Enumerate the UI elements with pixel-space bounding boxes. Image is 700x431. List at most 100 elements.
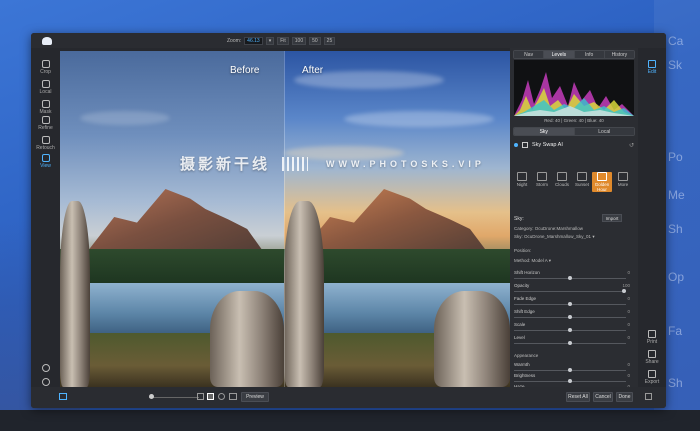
- done-button[interactable]: Done: [616, 392, 633, 402]
- tab-nav[interactable]: Nav: [514, 51, 545, 58]
- zoom-fit-button[interactable]: Fit: [277, 36, 289, 45]
- preset-label: Storm: [535, 182, 548, 187]
- tool-print[interactable]: Print: [638, 330, 666, 345]
- panel-tabs: Nav Levels Info History: [513, 50, 635, 59]
- method-row[interactable]: Method: Model A ▾: [514, 258, 551, 264]
- preset-label: Sunset: [574, 182, 589, 187]
- module-enabled-icon[interactable]: [514, 143, 518, 147]
- slider-knob[interactable]: [568, 368, 572, 372]
- tool-export[interactable]: Export: [638, 370, 666, 385]
- import-button[interactable]: Import: [602, 214, 622, 222]
- slider-level[interactable]: Level 0: [514, 335, 630, 347]
- refine-brush-icon: [41, 116, 50, 124]
- cancel-button[interactable]: Cancel: [593, 392, 613, 402]
- split-view-icon[interactable]: [207, 393, 214, 400]
- position-label: Position:: [514, 248, 532, 253]
- sky-section-label: Sky:: [514, 216, 524, 222]
- slider-shift-horizon[interactable]: Shift Horizon 0: [514, 270, 630, 282]
- storm-preset-icon: [537, 172, 547, 181]
- mask-view-icon[interactable]: [218, 393, 225, 400]
- reset-module-icon[interactable]: ↺: [629, 142, 634, 149]
- preview-button[interactable]: Preview: [241, 392, 269, 402]
- zoom-25-button[interactable]: 25: [323, 36, 336, 45]
- tab-local[interactable]: Local: [574, 128, 634, 135]
- app-window: Zoom: 46.13 ▾ Fit 100 50 25 Crop Local M…: [31, 33, 666, 408]
- preset-clouds[interactable]: Clouds: [552, 172, 572, 187]
- tree-stump-shape: [60, 201, 90, 387]
- tool-label: Mask: [39, 109, 52, 115]
- category-row[interactable]: Category: OcuDrone:Marshmallow: [514, 226, 583, 231]
- cloud-shape: [80, 111, 170, 125]
- slider-label: Warmth: [514, 362, 530, 367]
- slider-knob[interactable]: [568, 276, 572, 280]
- slider-scale[interactable]: Scale 0: [514, 322, 630, 334]
- slider-value: 100: [622, 283, 630, 288]
- preset-more[interactable]: More: [613, 172, 633, 187]
- zoom-tool-icon[interactable]: [31, 364, 60, 373]
- tool-crop[interactable]: Crop: [31, 60, 60, 75]
- slider-knob[interactable]: [568, 302, 572, 306]
- compare-divider[interactable]: [284, 51, 285, 387]
- watermark-url: WWW.PHOTOSKS.VIP: [326, 159, 485, 169]
- slider-knob[interactable]: [568, 315, 572, 319]
- tool-label: Refine: [38, 125, 53, 131]
- preset-storm[interactable]: Storm: [532, 172, 552, 187]
- slider-knob[interactable]: [622, 289, 626, 293]
- tab-history[interactable]: History: [604, 51, 634, 58]
- slider-knob[interactable]: [568, 341, 572, 345]
- ghost-text: Ca: [668, 34, 684, 48]
- retouch-icon: [41, 136, 50, 144]
- tree-stump-shape: [284, 201, 324, 387]
- ghost-text: Po: [668, 150, 683, 164]
- right-toolbar: Edit Print Share Export: [638, 48, 666, 387]
- zoom-dropdown-chevron-icon[interactable]: ▾: [265, 36, 275, 45]
- tool-local[interactable]: Local: [31, 80, 60, 95]
- tool-share[interactable]: Share: [638, 350, 666, 365]
- top-toolbar: Zoom: 46.13 ▾ Fit 100 50 25: [31, 33, 666, 48]
- module-title: Sky Swap AI: [532, 142, 563, 148]
- zoom-100-button[interactable]: 100: [291, 36, 307, 45]
- reset-all-button[interactable]: Reset All: [566, 392, 590, 402]
- slider-value: 0: [627, 296, 630, 301]
- tool-view[interactable]: View: [31, 154, 60, 169]
- slider-label: Level: [514, 335, 525, 340]
- panel-right-toggle-icon[interactable]: [645, 393, 652, 400]
- tool-label: Retouch: [36, 145, 55, 151]
- slider-knob[interactable]: [568, 379, 572, 383]
- compare-view-icon[interactable]: [229, 393, 237, 400]
- question-icon: [41, 378, 50, 386]
- help-icon[interactable]: [31, 378, 60, 387]
- tool-retouch[interactable]: Retouch: [31, 136, 60, 151]
- tab-sky[interactable]: Sky: [514, 128, 575, 135]
- preset-night[interactable]: Night: [512, 172, 532, 187]
- tab-levels[interactable]: Levels: [544, 51, 575, 58]
- single-view-icon[interactable]: [197, 393, 204, 400]
- preset-golden-hour[interactable]: Golden Hour: [592, 172, 612, 192]
- tool-refine[interactable]: Refine: [31, 116, 60, 131]
- zoom-slider-track[interactable]: [149, 397, 199, 398]
- tool-mask[interactable]: Mask: [31, 100, 60, 115]
- slider-knob[interactable]: [568, 328, 572, 332]
- edit-icon: [648, 60, 656, 68]
- sky-select-row[interactable]: Sky: OcuDrone_Marshmallow_Sky_01 ▾: [514, 234, 595, 240]
- panel-toggle-icon[interactable]: [59, 393, 67, 400]
- preset-sunset[interactable]: Sunset: [572, 172, 592, 187]
- zoom-slider-knob[interactable]: [149, 394, 154, 399]
- night-preset-icon: [517, 172, 527, 181]
- slider-value: 0: [627, 373, 630, 378]
- sky-local-tabs: Sky Local: [513, 127, 635, 136]
- sky-select-value: OcuDrone_Marshmallow_Sky_01: [524, 234, 592, 239]
- slider-fade-edge[interactable]: Fade Edge 0: [514, 296, 630, 308]
- slider-label: Opacity: [514, 283, 530, 288]
- image-canvas[interactable]: Before After 摄影新干线 WWW.PHOTOSKS.VIP: [60, 51, 510, 387]
- slider-opacity[interactable]: Opacity 100: [514, 283, 630, 295]
- slider-track[interactable]: [514, 291, 626, 292]
- zoom-50-button[interactable]: 50: [309, 36, 321, 45]
- rgb-readout: Red: 40 | Green: 40 | Blue: 40: [544, 118, 604, 123]
- app-logo-icon[interactable]: [42, 37, 52, 45]
- tool-edit[interactable]: Edit: [638, 60, 666, 75]
- tab-info[interactable]: Info: [574, 51, 605, 58]
- zoom-value-field[interactable]: 46.13: [244, 36, 263, 45]
- slider-shift-edge[interactable]: Shift Edge 0: [514, 309, 630, 321]
- ghost-text: Sh: [668, 222, 683, 236]
